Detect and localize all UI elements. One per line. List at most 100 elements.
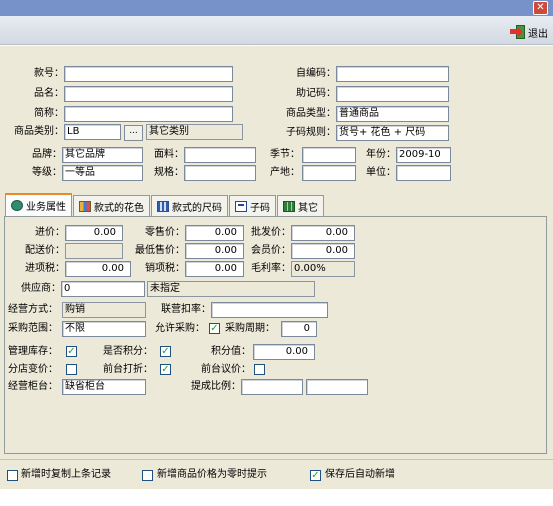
purchase-cycle-input[interactable]: 0 [281, 321, 317, 337]
front-negotiate-checkbox[interactable] [254, 364, 265, 375]
store-price-change-checkbox[interactable] [66, 364, 77, 375]
tab-subcode[interactable]: 子码 [229, 195, 276, 216]
output-tax-label: 销项税： [145, 263, 185, 274]
purchase-scope-select[interactable]: 不限 [62, 321, 146, 337]
copy-last-checkbox[interactable] [7, 470, 18, 481]
points-value-label: 积分值： [211, 346, 251, 357]
earn-points-checkbox[interactable]: ✓ [160, 346, 171, 357]
grade-label: 等级： [32, 167, 62, 178]
tab-business[interactable]: 业务属性 [5, 193, 72, 216]
subcode-icon [235, 200, 247, 212]
brand-input[interactable]: 其它品牌 [62, 147, 143, 163]
earn-points-label: 是否积分： [103, 346, 153, 357]
footer-options: 新增时复制上条记录 新增商品价格为零时提示 ✓ 保存后自动新增 [0, 459, 553, 489]
season-label: 季节： [270, 149, 300, 160]
member-price-input[interactable]: 0.00 [291, 243, 355, 259]
subcode-rule-label: 子码规则： [286, 127, 336, 138]
input-tax-input[interactable]: 0.00 [65, 261, 131, 277]
product-type-label: 商品类型： [286, 108, 336, 119]
brand-label: 品牌： [32, 149, 62, 160]
allow-purchase-label: 允许采购： [155, 323, 205, 334]
window-titlebar: ✕ [0, 0, 553, 16]
tab-business-label: 业务属性 [26, 202, 66, 213]
short-name-label: 简称： [34, 108, 64, 119]
fabric-input[interactable] [184, 147, 256, 163]
auto-new-label: 保存后自动新增 [325, 469, 395, 480]
wholesale-price-input[interactable]: 0.00 [291, 225, 355, 241]
tab-style-sizes-label: 款式的尺码 [172, 202, 222, 214]
purchase-price-label: 进价： [35, 227, 65, 238]
front-negotiate-label: 前台议价： [201, 364, 251, 375]
size-grid-icon [157, 200, 169, 212]
origin-input[interactable] [302, 165, 356, 181]
supplier-label: 供应商： [21, 283, 61, 294]
auto-new-checkbox[interactable]: ✓ [310, 470, 321, 481]
tab-style-colors-label: 款式的花色 [94, 202, 144, 214]
delivery-price-label: 配送价： [25, 245, 65, 256]
tab-style-colors[interactable]: 款式的花色 [73, 195, 150, 216]
commission-input-1[interactable] [241, 379, 303, 395]
tab-other-label: 其它 [298, 202, 318, 214]
commission-label: 提成比例： [191, 381, 241, 392]
grade-input[interactable]: 一等品 [62, 165, 143, 181]
joint-rate-label: 联营扣率： [161, 304, 211, 315]
exit-button[interactable]: 退出 [510, 23, 548, 41]
joint-rate-input[interactable] [211, 302, 328, 318]
fabric-label: 面料： [154, 149, 184, 160]
toolbar: 退出 [0, 16, 553, 45]
output-tax-input[interactable]: 0.00 [185, 261, 244, 277]
copy-last-label: 新增时复制上条记录 [21, 469, 111, 480]
category-label: 商品类别： [14, 126, 64, 137]
category-browse-button[interactable]: ... [124, 125, 143, 141]
spec-input[interactable] [184, 165, 256, 181]
front-discount-checkbox[interactable]: ✓ [160, 364, 171, 375]
supplier-code-input[interactable]: 0 [61, 281, 145, 297]
wholesale-price-label: 批发价： [251, 227, 291, 238]
name-input[interactable] [64, 86, 233, 102]
year-input[interactable]: 2009-10 [396, 147, 451, 163]
product-type-select[interactable]: 普通商品 [336, 106, 449, 122]
tab-other[interactable]: 其它 [277, 195, 324, 216]
category-code-input[interactable]: LB [64, 124, 121, 140]
origin-label: 产地： [270, 167, 300, 178]
self-code-input[interactable] [336, 66, 449, 82]
store-price-change-label: 分店变价： [8, 364, 58, 375]
purchase-price-input[interactable]: 0.00 [65, 225, 123, 241]
supplier-name-field: 未指定 [147, 281, 315, 297]
style-no-label: 款号： [34, 68, 64, 79]
tab-subcode-label: 子码 [250, 202, 270, 214]
business-tab-page: 进价： 0.00 零售价： 0.00 批发价： 0.00 配送价： 最低售价： … [4, 216, 547, 454]
business-mode-label: 经营方式： [8, 304, 58, 315]
member-price-label: 会员价： [251, 245, 291, 256]
unit-input[interactable] [396, 165, 451, 181]
price-zero-hint-label: 新增商品价格为零时提示 [157, 469, 267, 480]
season-input[interactable] [302, 147, 356, 163]
short-name-input[interactable] [64, 106, 233, 122]
retail-price-label: 零售价： [145, 227, 185, 238]
name-label: 品名： [34, 88, 64, 99]
subcode-rule-input[interactable]: 货号+ 花色 + 尺码 [336, 125, 449, 141]
retail-price-input[interactable]: 0.00 [185, 225, 244, 241]
min-price-input[interactable]: 0.00 [185, 243, 244, 259]
category-name-field: 其它类别 [146, 124, 243, 140]
allow-purchase-checkbox[interactable]: ✓ [209, 323, 220, 334]
min-price-label: 最低售价： [135, 245, 185, 256]
manage-stock-label: 管理库存： [8, 346, 58, 357]
commission-input-2[interactable] [306, 379, 368, 395]
unit-label: 单位： [366, 167, 396, 178]
counter-select[interactable]: 缺省柜台 [62, 379, 146, 395]
counter-label: 经营柜台： [8, 381, 58, 392]
tab-style-sizes[interactable]: 款式的尺码 [151, 195, 228, 216]
delivery-price-field [65, 243, 123, 259]
front-discount-label: 前台打折： [103, 364, 153, 375]
color-palette-icon [79, 200, 91, 212]
price-zero-hint-checkbox[interactable] [142, 470, 153, 481]
style-no-input[interactable] [64, 66, 233, 82]
exit-door-icon [510, 24, 526, 40]
manage-stock-checkbox[interactable]: ✓ [66, 346, 77, 357]
mnemonic-input[interactable] [336, 86, 449, 102]
close-icon[interactable]: ✕ [533, 1, 548, 15]
points-value-input[interactable]: 0.00 [253, 344, 315, 360]
business-icon [11, 200, 23, 211]
spec-label: 规格： [154, 167, 184, 178]
